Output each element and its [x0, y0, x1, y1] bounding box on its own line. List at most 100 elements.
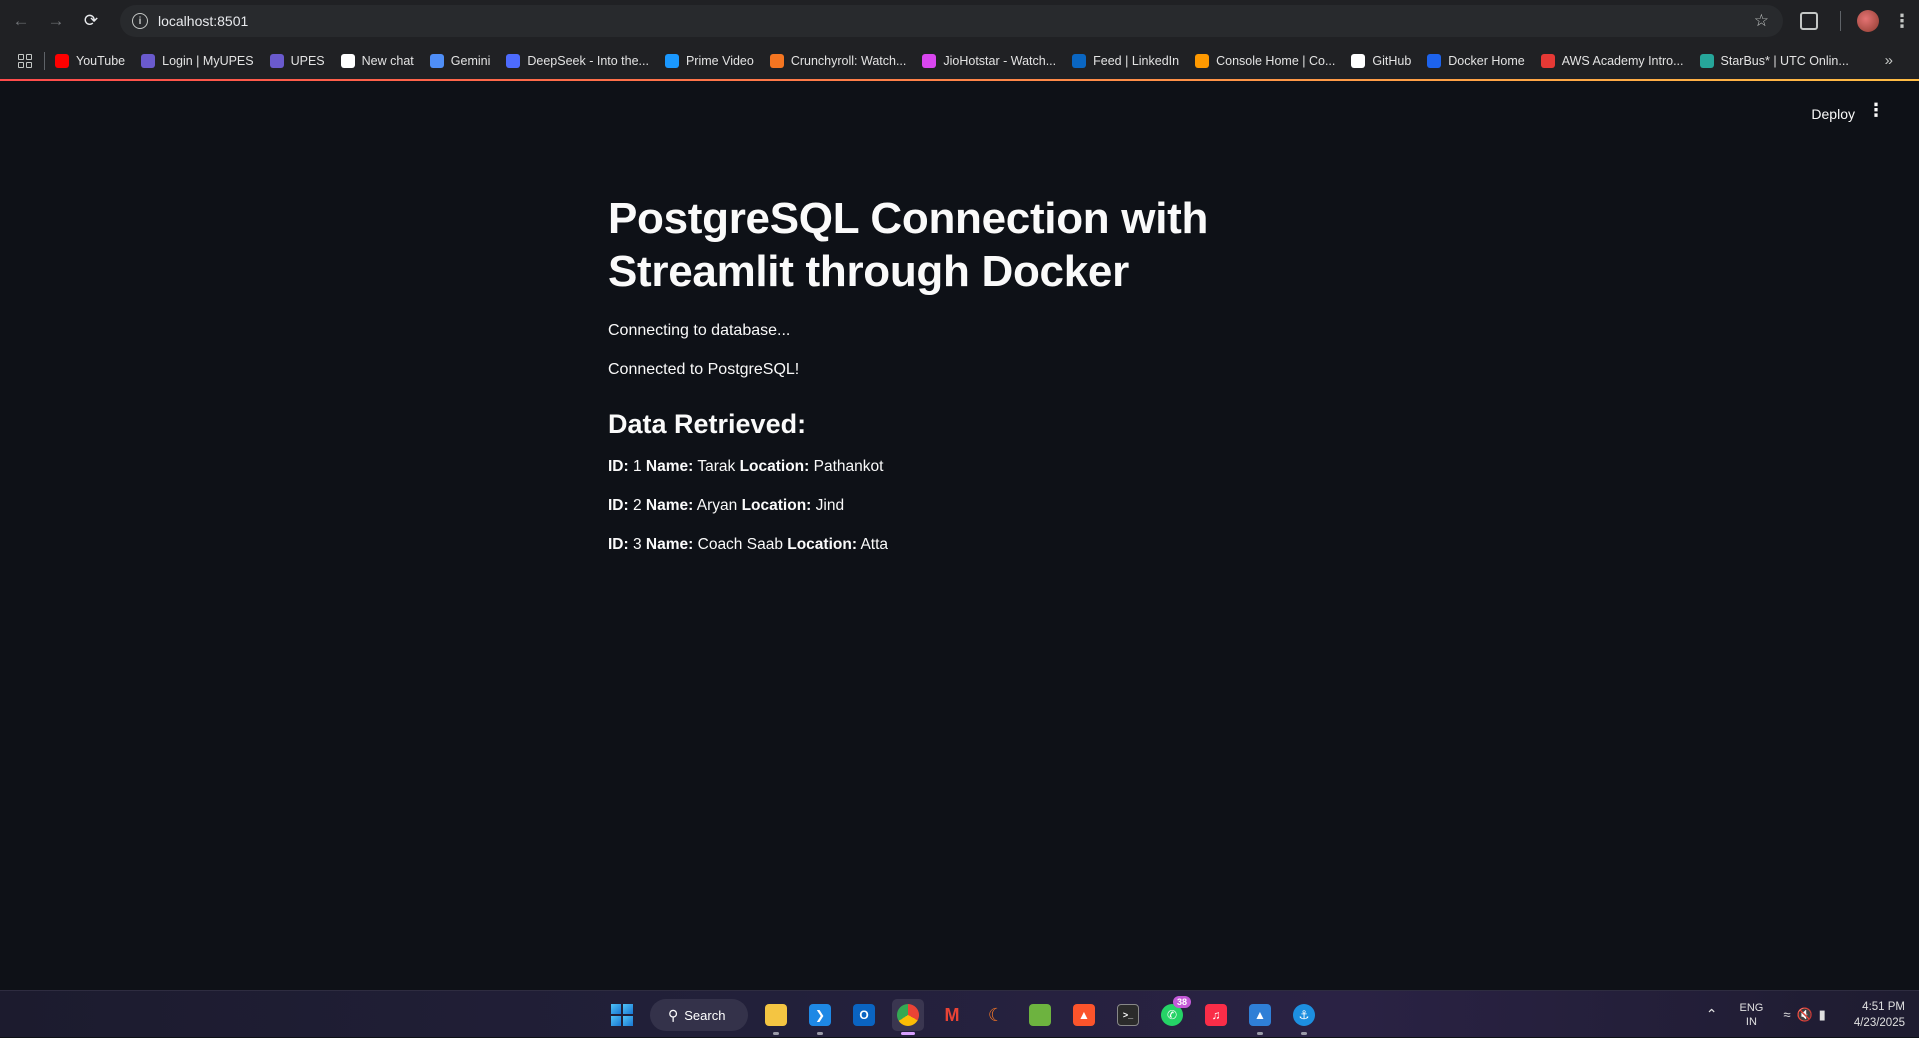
- jupyter-icon: ☾: [987, 1004, 1005, 1025]
- bookmark-item[interactable]: Gemini: [429, 53, 490, 68]
- bookmark-label: JioHotstar - Watch...: [943, 53, 1057, 68]
- search-icon: ⚲: [668, 1006, 679, 1023]
- prime-video-icon: [664, 53, 679, 68]
- docker-icon: [1427, 53, 1442, 68]
- docker-app[interactable]: ⚓: [1288, 999, 1320, 1035]
- bookmark-label: New chat: [361, 53, 414, 68]
- file-explorer-app[interactable]: [760, 999, 792, 1035]
- jupyter-app[interactable]: ☾: [980, 999, 1012, 1031]
- photos-app[interactable]: ▲: [1244, 999, 1276, 1035]
- bookmark-item[interactable]: Feed | LinkedIn: [1072, 53, 1179, 68]
- youtube-icon: [55, 53, 69, 68]
- aws-academy-icon: [1540, 53, 1555, 68]
- record-list: ID: 1 Name: Tarak Location: Pathankot ID:…: [608, 458, 1312, 554]
- network-volume-battery-icons[interactable]: ≈🔇▮: [1783, 1007, 1831, 1023]
- bookmark-label: UPES: [290, 53, 325, 68]
- record-row: ID: 3 Name: Coach Saab Location: Atta: [608, 536, 1312, 554]
- record-id: 2: [632, 497, 642, 514]
- linkedin-icon: [1072, 53, 1087, 68]
- status-connecting: Connecting to database...: [608, 322, 791, 339]
- bookmark-item[interactable]: UPES: [269, 53, 325, 68]
- whatsapp-app[interactable]: ✆ 38: [1156, 996, 1191, 1031]
- id-label: ID:: [608, 458, 629, 475]
- extensions-icon[interactable]: [1800, 12, 1818, 30]
- bookmark-label: YouTube: [76, 53, 126, 68]
- browser-toolbar: ← → ⟳ i localhost:8501 ☆ ⋮: [0, 0, 1919, 42]
- chrome-app[interactable]: [892, 999, 924, 1035]
- back-arrow-icon[interactable]: ←: [7, 7, 35, 35]
- terminal-icon: >_: [1117, 1004, 1139, 1026]
- bookmark-item[interactable]: Login | MyUPES: [141, 53, 254, 68]
- bookmark-item[interactable]: Prime Video: [664, 53, 754, 68]
- bookmark-item[interactable]: New chat: [340, 53, 414, 68]
- forward-arrow-icon[interactable]: →: [42, 7, 70, 35]
- toolbar-divider: [1840, 11, 1841, 31]
- taskbar-search[interactable]: ⚲ Search: [650, 999, 748, 1031]
- data-subheader: Data Retrieved:: [608, 409, 807, 439]
- name-label: Name:: [645, 458, 694, 475]
- language-indicator[interactable]: ENG IN: [1740, 1001, 1764, 1029]
- bookmark-list: YouTube Login | MyUPES UPES New chat Gemini D…: [55, 53, 1865, 68]
- bookmark-label: Login | MyUPES: [162, 53, 254, 68]
- site-info-icon[interactable]: i: [132, 13, 148, 29]
- bookmark-item[interactable]: GitHub: [1351, 53, 1412, 68]
- bookmark-item[interactable]: JioHotstar - Watch...: [922, 53, 1057, 68]
- clock[interactable]: 4:51 PM 4/23/2025: [1854, 999, 1905, 1031]
- language-code: ENG: [1739, 1001, 1764, 1014]
- bookmark-item[interactable]: DeepSeek - Into the...: [506, 53, 649, 68]
- bookmark-label: GitHub: [1372, 53, 1412, 68]
- name-label: Name:: [645, 536, 694, 553]
- show-hidden-icons-chevron-icon[interactable]: ⌃: [1706, 1006, 1718, 1023]
- id-label: ID:: [608, 536, 629, 553]
- vscode-icon: ❯: [809, 1004, 831, 1026]
- upes-icon: [269, 53, 284, 68]
- brave-icon: ▲: [1073, 1004, 1095, 1026]
- bookmark-label: StarBus* | UTC Onlin...: [1720, 53, 1849, 68]
- start-button[interactable]: [606, 999, 638, 1031]
- address-bar[interactable]: i localhost:8501 ☆: [120, 5, 1783, 37]
- record-row: ID: 2 Name: Aryan Location: Jind: [608, 497, 1312, 515]
- record-name: Tarak: [697, 458, 736, 475]
- bookmark-item[interactable]: Docker Home: [1427, 53, 1525, 68]
- gmail-app[interactable]: M: [936, 999, 968, 1031]
- bookmark-label: Crunchyroll: Watch...: [790, 53, 907, 68]
- record-id: 3: [632, 536, 642, 553]
- system-tray: ⌃ ENG IN ≈🔇▮ 4:51 PM 4/23/2025: [1706, 991, 1919, 1038]
- browser-menu-icon[interactable]: ⋮: [1893, 11, 1911, 32]
- main-content: PostgreSQL Connection with Streamlit thr…: [608, 192, 1312, 554]
- vscode-app[interactable]: ❯: [804, 999, 836, 1035]
- crunchyroll-icon: [769, 53, 784, 68]
- apple-music-app[interactable]: ♫: [1200, 999, 1232, 1031]
- bookmark-item[interactable]: Crunchyroll: Watch...: [769, 53, 907, 68]
- location-label: Location:: [787, 536, 857, 553]
- bookmark-item[interactable]: Console Home | Co...: [1195, 53, 1335, 68]
- whatsapp-badge: 38: [1172, 996, 1191, 1008]
- record-location: Jind: [815, 497, 845, 514]
- page-title: PostgreSQL Connection with Streamlit thr…: [608, 194, 1209, 296]
- record-location: Pathankot: [813, 458, 884, 475]
- more-bookmarks-icon[interactable]: »: [1885, 52, 1893, 69]
- profile-avatar[interactable]: [1857, 10, 1879, 32]
- clock-time: 4:51 PM: [1862, 1000, 1905, 1013]
- address-url[interactable]: localhost:8501: [158, 13, 248, 29]
- music-icon: ♫: [1205, 1004, 1227, 1026]
- outlook-app[interactable]: O: [848, 999, 880, 1031]
- notepad-app[interactable]: [1024, 999, 1056, 1031]
- bookmark-label: Prime Video: [685, 53, 754, 68]
- windows-logo-icon: [611, 1004, 633, 1026]
- reload-icon[interactable]: ⟳: [77, 7, 105, 35]
- gemini-icon: [429, 53, 444, 68]
- bookmark-item[interactable]: YouTube: [55, 53, 126, 68]
- chrome-icon: [897, 1004, 919, 1026]
- app-menu-icon[interactable]: ⋮: [1867, 101, 1885, 119]
- deploy-button[interactable]: Deploy: [1811, 106, 1855, 122]
- record-row: ID: 1 Name: Tarak Location: Pathankot: [608, 458, 1312, 476]
- terminal-app[interactable]: >_: [1112, 999, 1144, 1031]
- brave-app[interactable]: ▲: [1068, 999, 1100, 1031]
- bookmark-item[interactable]: AWS Academy Intro...: [1540, 53, 1684, 68]
- apps-grid-icon[interactable]: [18, 53, 32, 68]
- bookmark-star-icon[interactable]: ☆: [1754, 11, 1769, 31]
- location-label: Location:: [739, 458, 810, 475]
- bookmark-item[interactable]: StarBus* | UTC Onlin...: [1699, 53, 1849, 68]
- region-code: IN: [1745, 1015, 1757, 1028]
